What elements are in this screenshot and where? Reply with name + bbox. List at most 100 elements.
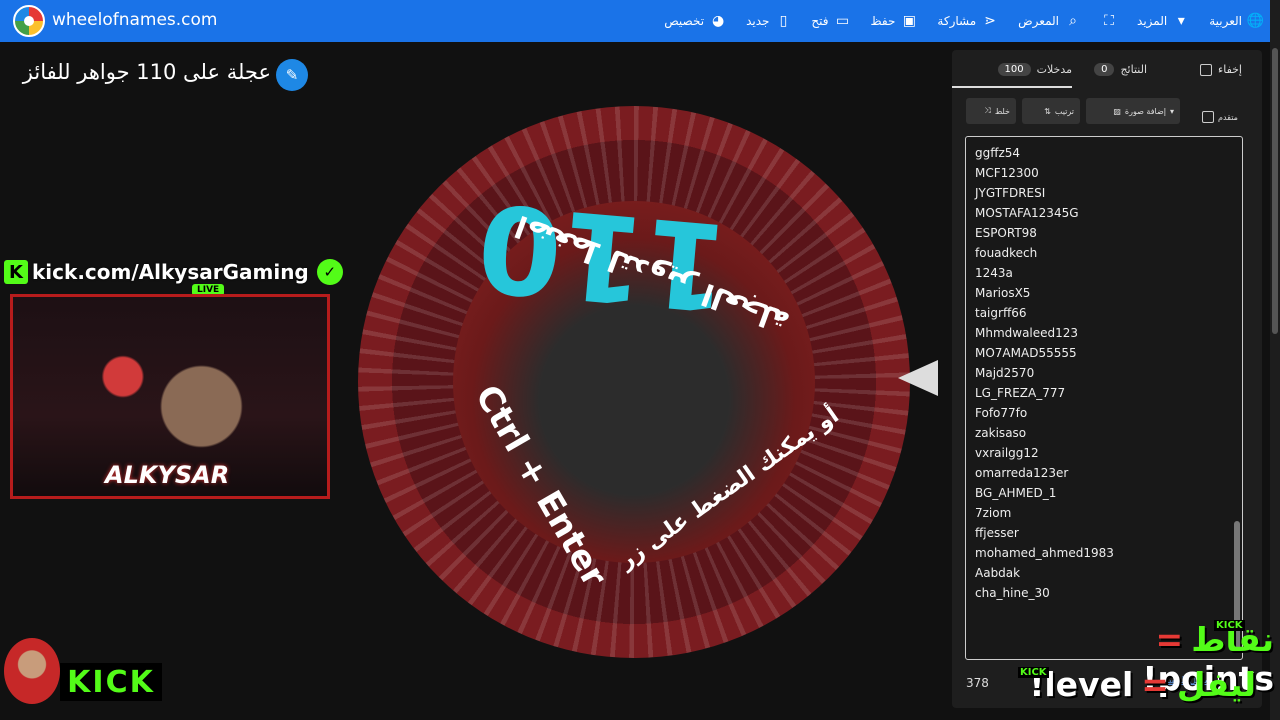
wheel[interactable]: 110 اضغط لتدوير العجلة Ctrl + Enter أو ي… <box>358 106 910 658</box>
nav-label: مشاركة <box>937 14 977 28</box>
entry-line: cha_hine_30 <box>975 586 1050 600</box>
share-icon: ⋖ <box>984 13 997 29</box>
search-icon: ⌕ <box>1069 13 1077 29</box>
nav-label: العربية <box>1209 14 1242 28</box>
points-kick-tag: KICK <box>1214 620 1245 631</box>
entry-line: Fofo77fo <box>975 406 1028 420</box>
nav-new[interactable]: ▯ جديد <box>746 13 791 29</box>
active-tab-indicator <box>952 86 1072 88</box>
file-icon: ▯ <box>779 13 788 29</box>
entry-line: MOSTAFA12345G <box>975 206 1079 220</box>
hide-checkbox[interactable] <box>1200 63 1213 76</box>
nav-label: تخصيص <box>664 14 705 28</box>
chevron-down-icon: ▾ <box>1169 106 1174 116</box>
results-count-badge: 0 <box>1094 63 1115 76</box>
wheel-title: عجلة على 110 جواهر للفائز <box>22 60 271 84</box>
pencil-icon: ✎ <box>285 66 299 84</box>
save-icon: ▣ <box>902 13 917 29</box>
entry-line: MariosX5 <box>975 286 1031 300</box>
nav-label: فتح <box>811 14 829 28</box>
tab-entries[interactable]: مدخلات 100 <box>997 63 1072 76</box>
nav-gallery[interactable]: ⌕ المعرض <box>1018 13 1081 29</box>
entry-line: zakisaso <box>975 426 1027 440</box>
stream-cam-overlay: K kick.com/AlkysarGaming ✓ LIVE ALKYSAR <box>0 256 350 506</box>
entry-line: 7ziom <box>975 506 1012 520</box>
entry-line: ggffz54 <box>975 146 1021 160</box>
entry-line: ffjesser <box>975 526 1019 540</box>
shuffle-button[interactable]: خلط ⤨ <box>966 98 1016 124</box>
level-overlay: ليفل=!level KICK <box>996 665 1256 711</box>
palette-icon: ◕ <box>711 13 725 29</box>
entry-line: vxrailgg12 <box>975 446 1039 460</box>
entry-line: BG_AHMED_1 <box>975 486 1057 500</box>
shuffle-label: خلط <box>994 106 1010 116</box>
hide-label: إخفاء <box>1218 63 1242 76</box>
fullscreen-icon: ⛶ <box>1104 13 1114 29</box>
entry-line: ESPORT98 <box>975 226 1037 240</box>
tab-results-label: النتائج <box>1120 63 1147 76</box>
entries-count-badge: 100 <box>997 63 1031 76</box>
advanced-toggle[interactable]: متقدم <box>1196 104 1244 130</box>
sort-button[interactable]: ترتيب ⇅ <box>1022 98 1080 124</box>
caret-down-icon: ▾ <box>1177 13 1185 29</box>
nav-more[interactable]: ▾ المزيد <box>1137 13 1189 29</box>
cam-brand: ALKYSAR <box>105 461 230 489</box>
advanced-checkbox[interactable] <box>1202 111 1214 123</box>
wheel-logo-icon[interactable] <box>13 5 45 37</box>
entries-list: ggffz54 MCF12300 JYGTFDRESI MOSTAFA12345G ES… <box>975 143 1225 603</box>
site-name[interactable]: wheelofnames.com <box>52 10 217 30</box>
verified-icon: ✓ <box>316 259 343 285</box>
nav-save[interactable]: ▣ حفظ <box>871 13 918 29</box>
edit-title-button[interactable]: ✎ <box>276 59 308 91</box>
top-bar: wheelofnames.com 🌐 العربية ▾ المزيد ⛶ ⌕ … <box>0 0 1280 42</box>
kick-icon: K <box>4 260 28 284</box>
entries-panel: مدخلات 100 النتائج 0 إخفاء خلط ⤨ ترتيب ⇅… <box>952 50 1262 708</box>
nav-customize[interactable]: ◕ تخصيص <box>664 13 726 29</box>
folder-icon: ▭ <box>835 13 850 29</box>
tab-entries-label: مدخلات <box>1036 63 1072 76</box>
sort-icon: ⇅ <box>1044 106 1051 116</box>
tab-results[interactable]: النتائج 0 <box>1094 63 1147 76</box>
nav-share[interactable]: ⋖ مشاركة <box>937 13 998 29</box>
globe-icon: 🌐 <box>1246 13 1264 29</box>
entry-line: LG_FREZA_777 <box>975 386 1066 400</box>
shuffle-icon: ⤨ <box>984 106 991 115</box>
nav-label: المزيد <box>1137 14 1168 28</box>
entry-line: Aabdak <box>975 566 1021 580</box>
nav-label: جديد <box>746 14 770 28</box>
entries-toolbar: خلط ⤨ ترتيب ⇅ ▾ إضافة صورة ▨ متقدم <box>964 98 1254 124</box>
image-icon: ▨ <box>1113 106 1121 116</box>
sort-label: ترتيب <box>1054 106 1074 116</box>
entry-line: Mhmdwaleed123 <box>975 326 1079 340</box>
entry-line: Majd2570 <box>975 366 1035 380</box>
wheel-disc[interactable]: 110 اضغط لتدوير العجلة Ctrl + Enter أو ي… <box>358 106 910 658</box>
entry-line: MCF12300 <box>975 166 1039 180</box>
wheel-pointer-icon <box>898 360 938 396</box>
advanced-label: متقدم <box>1218 112 1238 122</box>
nav-label: حفظ <box>870 14 896 28</box>
kick-url: kick.com/AlkysarGaming <box>32 260 309 284</box>
nav-fullscreen[interactable]: ⛶ <box>1101 13 1117 29</box>
level-eq: = <box>1141 665 1169 704</box>
entries-scrollbar[interactable] <box>1234 141 1240 653</box>
kick-channel-tag: K kick.com/AlkysarGaming ✓ <box>4 258 343 286</box>
add-image-label: إضافة صورة <box>1124 106 1166 116</box>
hide-toggle[interactable]: إخفاء <box>1200 63 1242 76</box>
page-scrollbar[interactable] <box>1270 0 1280 720</box>
points-eq: = <box>1155 620 1184 659</box>
top-nav: 🌐 العربية ▾ المزيد ⛶ ⌕ المعرض ⋖ مشاركة ▣… <box>644 0 1264 42</box>
entry-line: mohamed_ahmed1983 <box>975 546 1114 560</box>
title-row: عجلة على 110 جواهر للفائز ✎ <box>16 58 316 92</box>
nav-open[interactable]: ▭ فتح <box>811 13 850 29</box>
entry-line: omarreda123er <box>975 466 1069 480</box>
nav-label: المعرض <box>1018 14 1060 28</box>
entry-line: fouadkech <box>975 246 1038 260</box>
entries-textarea[interactable]: ggffz54 MCF12300 JYGTFDRESI MOSTAFA12345G ES… <box>965 136 1243 660</box>
level-ar: ليفل <box>1176 665 1256 704</box>
nav-language[interactable]: 🌐 العربية <box>1209 13 1264 29</box>
entry-line: taigrff66 <box>975 306 1027 320</box>
add-image-button[interactable]: ▾ إضافة صورة ▨ <box>1086 98 1180 124</box>
kick-logo: KICK <box>60 663 162 701</box>
entry-line: MO7AMAD55555 <box>975 346 1077 360</box>
entry-line: JYGTFDRESI <box>975 186 1046 200</box>
